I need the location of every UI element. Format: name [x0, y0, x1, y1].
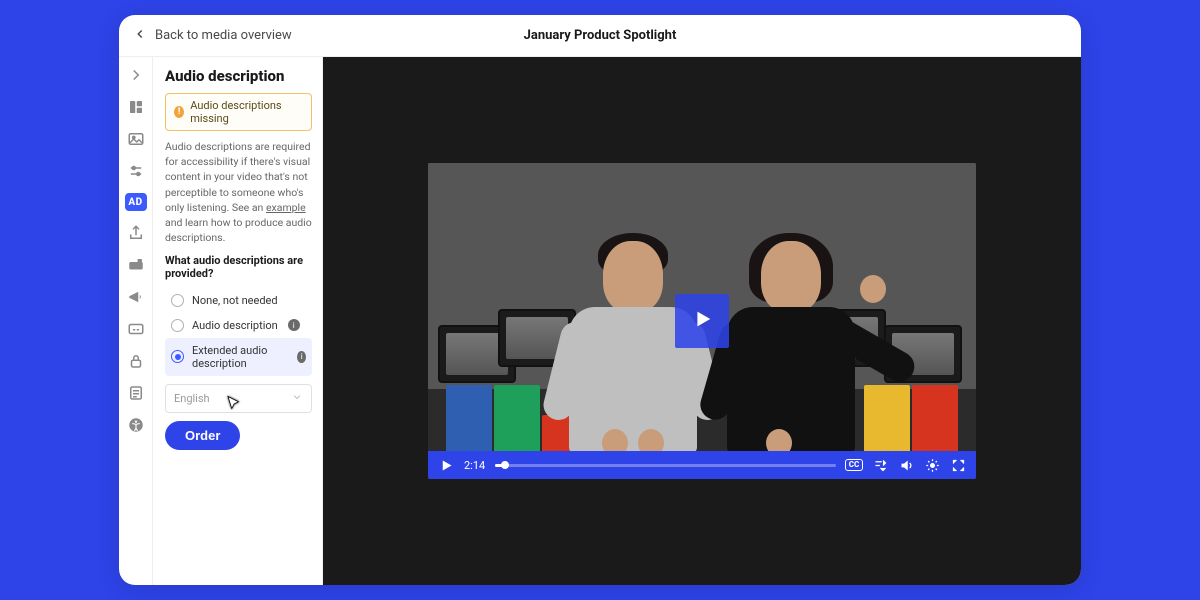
- player-controls: 2:14 CC: [428, 451, 976, 479]
- rail-privacy[interactable]: [126, 351, 146, 371]
- topbar: Back to media overview January Product S…: [119, 15, 1081, 57]
- prop-block: [446, 385, 492, 455]
- rail-controls[interactable]: [126, 161, 146, 181]
- rail-form[interactable]: [126, 383, 146, 403]
- rail-accessibility[interactable]: [126, 415, 146, 435]
- language-select[interactable]: English: [165, 384, 312, 413]
- radio-label: Extended audio description: [192, 344, 287, 370]
- video-person: [716, 229, 866, 455]
- back-label: Back to media overview: [155, 28, 292, 43]
- radio-none[interactable]: None, not needed: [165, 288, 312, 313]
- settings-button[interactable]: [924, 457, 940, 473]
- radio-label: None, not needed: [192, 294, 278, 307]
- panel-heading: Audio description: [165, 67, 312, 85]
- body: AD Audio description ! Audio description…: [119, 57, 1081, 585]
- play-button[interactable]: [438, 457, 454, 473]
- transcript-button[interactable]: [872, 457, 888, 473]
- warning-banner: ! Audio descriptions missing: [165, 93, 312, 131]
- rail-audio-description[interactable]: AD: [125, 193, 147, 211]
- side-panel: Audio description ! Audio descriptions m…: [153, 57, 323, 585]
- progress-knob: [501, 461, 509, 469]
- back-link[interactable]: Back to media overview: [133, 27, 292, 45]
- radio-icon: [171, 350, 184, 363]
- radio-icon: [171, 294, 184, 307]
- prop-block: [494, 385, 540, 455]
- warning-icon: !: [174, 106, 184, 118]
- rail-collapse[interactable]: [126, 65, 146, 85]
- radio-extended-audio-description[interactable]: Extended audio description i: [165, 338, 312, 376]
- example-link[interactable]: example: [266, 201, 306, 214]
- radio-group: None, not needed Audio description i Ext…: [165, 288, 312, 376]
- help-text: Audio descriptions are required for acce…: [165, 139, 312, 246]
- radio-icon: [171, 319, 184, 332]
- video-player[interactable]: 2:14 CC: [428, 163, 976, 479]
- info-icon[interactable]: i: [297, 351, 306, 363]
- language-value: English: [174, 392, 210, 405]
- prop-block: [864, 385, 910, 455]
- prop-block: [912, 385, 958, 455]
- fullscreen-button[interactable]: [950, 457, 966, 473]
- info-icon[interactable]: i: [288, 319, 300, 331]
- arrow-left-icon: [133, 27, 147, 45]
- rail-captions[interactable]: [126, 319, 146, 339]
- volume-button[interactable]: [898, 457, 914, 473]
- chevron-down-icon: [291, 391, 303, 406]
- ad-icon: AD: [128, 197, 142, 208]
- radio-audio-description[interactable]: Audio description i: [165, 313, 312, 338]
- rail-broadcast[interactable]: [126, 287, 146, 307]
- icon-rail: AD: [119, 57, 153, 585]
- rail-cta[interactable]: [126, 255, 146, 275]
- cc-icon: CC: [845, 459, 863, 471]
- rail-share[interactable]: [126, 223, 146, 243]
- radio-label: Audio description: [192, 319, 278, 332]
- question-label: What audio descriptions are provided?: [165, 254, 312, 280]
- current-time: 2:14: [464, 459, 485, 472]
- rail-thumbnail[interactable]: [126, 129, 146, 149]
- app-window: Back to media overview January Product S…: [119, 15, 1081, 585]
- play-overlay-button[interactable]: [675, 294, 729, 348]
- order-button[interactable]: Order: [165, 421, 240, 450]
- captions-button[interactable]: CC: [846, 457, 862, 473]
- rail-customize[interactable]: [126, 97, 146, 117]
- warning-text: Audio descriptions missing: [190, 99, 303, 125]
- page-title: January Product Spotlight: [524, 28, 677, 43]
- play-icon: [691, 308, 713, 334]
- progress-bar[interactable]: [495, 464, 836, 467]
- video-stage: 2:14 CC: [323, 57, 1081, 585]
